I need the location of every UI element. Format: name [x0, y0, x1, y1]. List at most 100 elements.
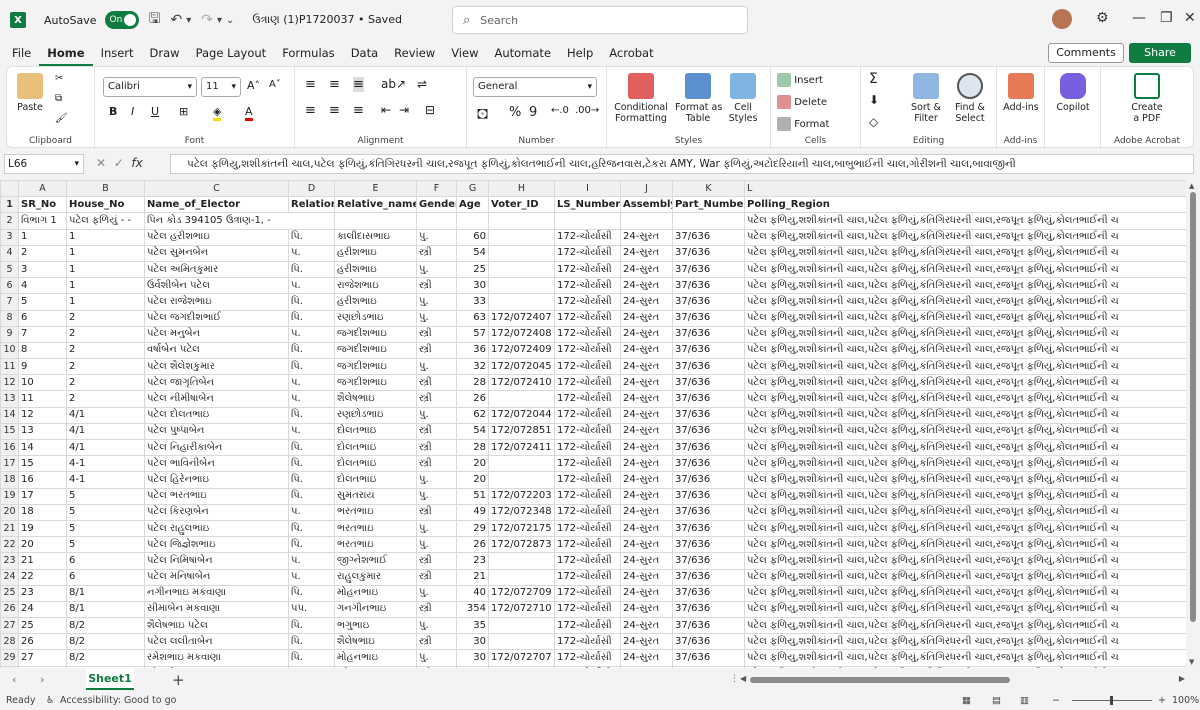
- name-box[interactable]: L66 ▾: [4, 154, 84, 174]
- row-header[interactable]: 25: [0, 584, 19, 602]
- cell[interactable]: 172/072175: [488, 519, 555, 538]
- cell[interactable]: 24-સુરત: [620, 633, 673, 651]
- cell[interactable]: પુ.: [416, 536, 457, 554]
- cell[interactable]: પટેલ ફળિયુ,શશીકાંતની ચાલ,પટેલ ફળિયું,કંત…: [744, 519, 1186, 538]
- cell-styles-button[interactable]: Cell Styles: [723, 73, 763, 124]
- cell[interactable]: 172-ચોર્યાસી: [554, 536, 621, 554]
- cell[interactable]: 354: [456, 600, 489, 619]
- column-header-i[interactable]: I: [554, 180, 621, 198]
- cell[interactable]: 26: [456, 536, 489, 554]
- borders-icon[interactable]: ⊞: [179, 105, 188, 118]
- cell[interactable]: 172-ચોર્યાસી: [554, 422, 621, 441]
- increase-indent-icon[interactable]: ⇥: [399, 103, 409, 117]
- zoom-level[interactable]: 100%: [1172, 695, 1199, 706]
- cell[interactable]: 172/072873: [488, 536, 555, 554]
- cell[interactable]: [620, 212, 673, 230]
- cell[interactable]: 15: [18, 455, 67, 473]
- cell[interactable]: 24-સુરત: [620, 390, 673, 408]
- row-header[interactable]: 14: [0, 406, 19, 424]
- cell[interactable]: 37/636: [672, 374, 745, 392]
- cell[interactable]: પિ.: [288, 341, 335, 360]
- next-sheet-icon[interactable]: ›: [40, 673, 44, 686]
- cell[interactable]: 172-ચોર્યાસી: [554, 228, 621, 246]
- row-header[interactable]: 5: [0, 260, 19, 279]
- cell[interactable]: સ્ત્રી: [416, 422, 457, 441]
- cell[interactable]: 18: [18, 503, 67, 521]
- cell[interactable]: 24-સુરત: [620, 438, 673, 457]
- cell[interactable]: પિ.: [288, 617, 335, 635]
- row-header[interactable]: 8: [0, 309, 19, 327]
- cell[interactable]: પુ.: [416, 519, 457, 538]
- cell[interactable]: [488, 390, 555, 408]
- currency-icon[interactable]: 🖸: [477, 105, 488, 126]
- cell[interactable]: પટેલ ફળિયુ,શશીકાંતની ચાલ,પટેલ ફળિયું,કંત…: [744, 503, 1186, 521]
- cell[interactable]: પ.: [288, 244, 335, 262]
- cell[interactable]: 24-સુરત: [620, 471, 673, 489]
- comments-button[interactable]: Comments: [1048, 43, 1124, 63]
- orientation-icon[interactable]: ab↗: [381, 77, 406, 91]
- cell[interactable]: પુ.: [416, 406, 457, 424]
- cell[interactable]: પુ.: [416, 228, 457, 246]
- cell[interactable]: પુ.: [416, 649, 457, 667]
- cell[interactable]: 24-સુરત: [620, 228, 673, 246]
- settings-icon[interactable]: ⚙: [1096, 10, 1109, 26]
- cell[interactable]: રાજેશભાઇ: [334, 277, 417, 295]
- cell[interactable]: 37/636: [672, 293, 745, 311]
- cell[interactable]: 172-ચોર્યાસી: [554, 325, 621, 343]
- cell[interactable]: 17: [18, 487, 67, 505]
- horizontal-scrollbar[interactable]: ◀ ▶: [740, 674, 1185, 684]
- fill-icon[interactable]: ⬇: [869, 93, 879, 107]
- cell[interactable]: 24-સુરત: [620, 309, 673, 327]
- cell[interactable]: પિ.: [288, 309, 335, 327]
- cell[interactable]: પટેલ ફળિયુ,શશીકાંતની ચાલ,પટેલ ફળિયું,કંત…: [744, 422, 1186, 441]
- add-ins-button[interactable]: Add-ins: [1001, 73, 1041, 113]
- underline-icon[interactable]: U: [151, 105, 159, 118]
- cell[interactable]: 24-સુરત: [620, 568, 673, 586]
- cell[interactable]: 172-ચોર્યાસી: [554, 455, 621, 473]
- bottom-align-icon[interactable]: ≡: [353, 77, 364, 92]
- cell[interactable]: 172-ચોર્યાસી: [554, 584, 621, 602]
- cell[interactable]: 37/636: [672, 309, 745, 327]
- cell[interactable]: પુ.: [416, 358, 457, 376]
- redo-dropdown-icon[interactable]: ▾: [217, 15, 222, 26]
- cell[interactable]: 1: [66, 228, 145, 246]
- cell[interactable]: 5: [66, 519, 145, 538]
- cell[interactable]: પિન કોડ 394105 ઉત્રાણ-1, -: [144, 212, 335, 230]
- cell[interactable]: 37/636: [672, 536, 745, 554]
- menu-formulas[interactable]: Formulas: [274, 40, 343, 66]
- cell[interactable]: 2: [66, 374, 145, 392]
- cell[interactable]: 2: [18, 244, 67, 262]
- cell[interactable]: સ્ત્રી: [416, 277, 457, 295]
- copy-icon[interactable]: ⧉: [55, 93, 62, 104]
- cell[interactable]: પટેલ ફળિયુ,શશીકાંતની ચાલ,પટેલ ફળિયું,કંત…: [744, 260, 1186, 279]
- zoom-in-icon[interactable]: +: [1158, 695, 1166, 706]
- cell[interactable]: ઉર્વશીબેન પટેલ: [144, 277, 289, 295]
- cell[interactable]: પુ.: [416, 584, 457, 602]
- cell[interactable]: 37/636: [672, 422, 745, 441]
- conditional-formatting-button[interactable]: Conditional Formatting: [611, 73, 671, 124]
- cell[interactable]: વિભાગ 1: [18, 212, 67, 230]
- cell[interactable]: 32: [456, 358, 489, 376]
- cell[interactable]: Assembly: [620, 196, 673, 214]
- middle-align-icon[interactable]: ≡: [329, 77, 340, 92]
- cell[interactable]: પટેલ ફળિયુ,શશીકાંતની ચાલ,પટેલ ફળિયું,કંત…: [744, 552, 1186, 570]
- cell[interactable]: 172-ચોર્યાસી: [554, 487, 621, 505]
- font-color-icon[interactable]: A: [245, 105, 253, 121]
- cell[interactable]: 37/636: [672, 633, 745, 651]
- cell[interactable]: પ.: [288, 503, 335, 521]
- minimize-icon[interactable]: —: [1132, 10, 1146, 26]
- cell[interactable]: 30: [456, 277, 489, 295]
- column-header-a[interactable]: A: [18, 180, 67, 198]
- menu-automate[interactable]: Automate: [486, 40, 559, 66]
- cell[interactable]: 40: [456, 584, 489, 602]
- cell[interactable]: 2: [66, 358, 145, 376]
- cell[interactable]: 24-સુરત: [620, 293, 673, 311]
- cell[interactable]: 172-ચોર્યાસી: [554, 568, 621, 586]
- cell[interactable]: પટેલ ફળિયુ,શશીકાંતની ચાલ,પટેલ ફળિયું,કંત…: [744, 633, 1186, 651]
- cell[interactable]: 2: [66, 341, 145, 360]
- sheet-table[interactable]: A B C D E F G H I J K L 1 SR_No House_No…: [0, 180, 1186, 668]
- row-header[interactable]: 2: [0, 212, 19, 230]
- cell[interactable]: 5: [66, 503, 145, 521]
- cell[interactable]: 24-સુરત: [620, 503, 673, 521]
- column-header-c[interactable]: C: [144, 180, 289, 198]
